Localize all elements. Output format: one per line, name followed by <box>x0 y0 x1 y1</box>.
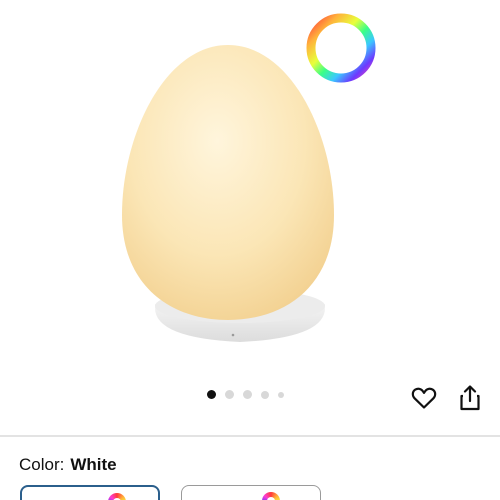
carousel-dot-active[interactable] <box>207 390 216 399</box>
egg-lamp-shell <box>122 45 334 320</box>
carousel-dot[interactable] <box>243 390 252 399</box>
heart-icon <box>411 387 437 409</box>
color-value: White <box>70 455 117 474</box>
power-indicator <box>231 333 235 337</box>
color-swatch-option[interactable] <box>181 485 321 500</box>
rgb-color-ring-icon <box>306 13 376 83</box>
swatch-thumbnail-icon <box>262 492 280 500</box>
product-detail-page: Color: White <box>0 0 500 500</box>
color-selection: Color: White <box>19 455 117 475</box>
color-label: Color: <box>19 455 65 474</box>
carousel-dot[interactable] <box>278 391 284 398</box>
carousel-dot[interactable] <box>261 390 269 399</box>
favorite-button[interactable] <box>409 383 439 413</box>
share-button[interactable] <box>455 383 485 413</box>
swatch-thumbnail-icon <box>108 493 126 500</box>
section-divider <box>0 435 500 437</box>
product-image[interactable] <box>0 0 500 370</box>
share-icon <box>460 385 480 411</box>
color-swatch-white[interactable] <box>20 485 160 500</box>
image-carousel-dots[interactable] <box>207 390 284 399</box>
carousel-dot[interactable] <box>225 390 234 399</box>
